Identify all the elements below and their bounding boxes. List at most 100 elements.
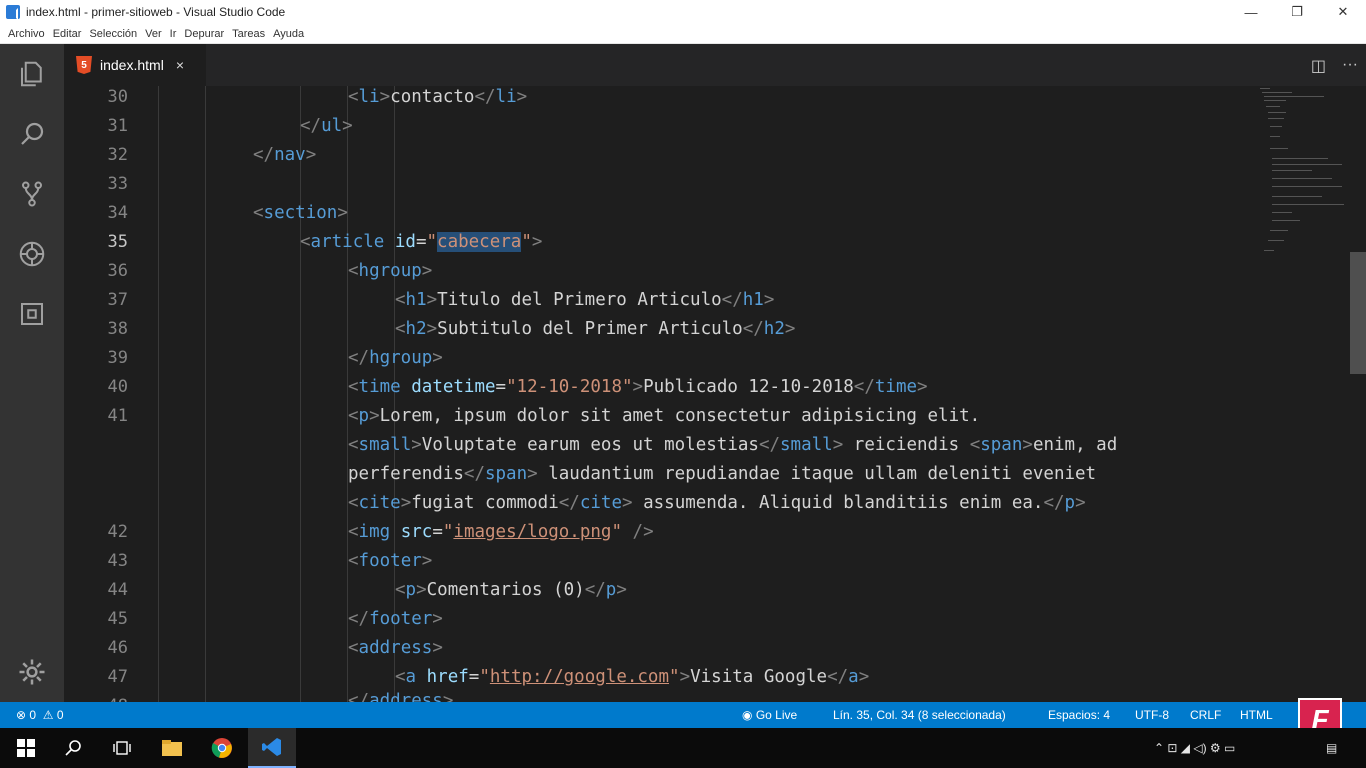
line-number: 38 bbox=[107, 319, 128, 339]
line-number: 43 bbox=[107, 551, 128, 571]
line-number: 40 bbox=[107, 377, 128, 397]
extensions-icon[interactable] bbox=[0, 286, 64, 342]
line-number: 32 bbox=[107, 145, 128, 165]
code-editor[interactable]: 30 31 32 33 34 35 36 37 38 39 40 41 42 4… bbox=[64, 86, 1350, 702]
split-editor-icon[interactable]: ◫ bbox=[1311, 56, 1326, 76]
html5-file-icon: 5 bbox=[76, 56, 92, 74]
menu-seleccion[interactable]: Selección bbox=[89, 28, 137, 40]
system-tray-icons[interactable]: ⌃ ⊡ ◢ ◁) ⚙ ▭ bbox=[1154, 728, 1235, 768]
code-line-45: </footer> bbox=[348, 609, 443, 629]
tab-index-html[interactable]: 5 index.html × bbox=[64, 44, 206, 86]
explorer-icon[interactable] bbox=[0, 46, 64, 102]
code-content[interactable]: <li>contacto</li> </ul> </nav> <section>… bbox=[158, 86, 1258, 702]
vertical-scrollbar[interactable] bbox=[1350, 86, 1366, 702]
code-line-32: </nav> bbox=[253, 145, 317, 165]
windows-taskbar: ⌃ ⊡ ◢ ◁) ⚙ ▭ ▤ bbox=[0, 728, 1366, 768]
code-line-40: <time datetime="12-10-2018">Publicado 12… bbox=[348, 377, 928, 397]
tab-label: index.html bbox=[100, 57, 164, 73]
indent-guide bbox=[205, 86, 206, 702]
problems-indicator[interactable]: ⊗ 0 ⚠ 0 bbox=[16, 702, 64, 728]
line-number: 47 bbox=[107, 667, 128, 687]
chrome-icon[interactable] bbox=[198, 728, 246, 768]
line-number: 31 bbox=[107, 116, 128, 136]
minimize-button[interactable]: — bbox=[1228, 0, 1274, 24]
line-number: 36 bbox=[107, 261, 128, 281]
title-bar: index.html - primer-sitioweb - Visual St… bbox=[0, 0, 1366, 24]
editor-actions: ◫ ··· bbox=[1311, 56, 1358, 76]
task-view-icon[interactable] bbox=[98, 728, 146, 768]
scrollbar-thumb[interactable] bbox=[1350, 252, 1366, 374]
code-line-41-wrap-2: perferendis</span> laudantium repudianda… bbox=[348, 464, 1097, 484]
indentation-setting[interactable]: Espacios: 4 bbox=[1048, 702, 1110, 728]
search-icon[interactable] bbox=[0, 106, 64, 162]
line-number: 46 bbox=[107, 638, 128, 658]
go-live-label: Go Live bbox=[755, 708, 798, 722]
line-number: 34 bbox=[107, 203, 128, 223]
code-line-34: <section> bbox=[253, 203, 348, 223]
debug-icon[interactable] bbox=[0, 226, 64, 282]
menu-ir[interactable]: Ir bbox=[170, 28, 177, 40]
broadcast-icon: ◉ bbox=[742, 708, 756, 722]
menu-ver[interactable]: Ver bbox=[145, 28, 162, 40]
windows-start-icon[interactable] bbox=[2, 728, 50, 768]
code-line-47: <a href="http://google.com">Visita Googl… bbox=[395, 667, 870, 687]
code-line-43: <footer> bbox=[348, 551, 433, 571]
line-number: 44 bbox=[107, 580, 128, 600]
line-number: 48 bbox=[68, 695, 128, 702]
menu-archivo[interactable]: Archivo bbox=[8, 28, 45, 40]
line-number: 33 bbox=[107, 174, 128, 194]
menu-bar: Archivo Editar Selección Ver Ir Depurar … bbox=[0, 24, 1366, 44]
more-actions-icon[interactable]: ··· bbox=[1342, 56, 1358, 76]
menu-depurar[interactable]: Depurar bbox=[184, 28, 224, 40]
menu-editar[interactable]: Editar bbox=[53, 28, 82, 40]
code-line-41-wrap-1: <small>Voluptate earum eos ut molestias<… bbox=[348, 435, 1118, 455]
notifications-icon[interactable]: ▤ bbox=[1326, 728, 1337, 768]
vscode-icon[interactable] bbox=[248, 728, 296, 768]
menu-ayuda[interactable]: Ayuda bbox=[273, 28, 304, 40]
code-line-44: <p>Comentarios (0)</p> bbox=[395, 580, 627, 600]
code-line-46: <address> bbox=[348, 638, 443, 658]
code-line-31: </ul> bbox=[300, 116, 353, 136]
code-line-42: <img src="images/logo.png" /> bbox=[348, 522, 654, 542]
line-number-active: 35 bbox=[107, 232, 128, 252]
close-window-button[interactable]: ✕ bbox=[1320, 0, 1366, 24]
warning-icon: ⚠ bbox=[39, 708, 54, 722]
vscode-app-icon bbox=[6, 5, 20, 20]
line-number-gutter: 30 31 32 33 34 35 36 37 38 39 40 41 42 4… bbox=[64, 86, 146, 702]
line-number: 42 bbox=[107, 522, 128, 542]
line-number: 37 bbox=[107, 290, 128, 310]
line-number: 39 bbox=[107, 348, 128, 368]
indent-guide bbox=[158, 86, 159, 702]
code-line-37: <h1>Titulo del Primero Articulo</h1> bbox=[395, 290, 775, 310]
encoding-setting[interactable]: UTF-8 bbox=[1135, 702, 1169, 728]
minimap[interactable] bbox=[1256, 86, 1350, 256]
code-line-35: <article id="cabecera"> bbox=[300, 232, 543, 252]
code-line-38: <h2>Subtitulo del Primer Articulo</h2> bbox=[395, 319, 796, 339]
status-bar: ⊗ 0 ⚠ 0 ◉ Go Live Lín. 35, Col. 34 (8 se… bbox=[0, 702, 1366, 728]
source-control-icon[interactable] bbox=[0, 166, 64, 222]
eol-setting[interactable]: CRLF bbox=[1190, 702, 1221, 728]
language-mode[interactable]: HTML bbox=[1240, 702, 1273, 728]
editor-tab-bar: 5 index.html × ◫ ··· bbox=[64, 44, 1366, 86]
settings-gear-icon[interactable] bbox=[0, 644, 64, 700]
code-line-36: <hgroup> bbox=[348, 261, 433, 281]
search-icon[interactable] bbox=[50, 728, 98, 768]
activity-bar bbox=[0, 44, 64, 702]
window-title: index.html - primer-sitioweb - Visual St… bbox=[26, 5, 286, 19]
maximize-button[interactable]: ❐ bbox=[1274, 0, 1320, 24]
warning-count: 0 bbox=[56, 708, 64, 722]
code-line-48: </address> bbox=[348, 691, 454, 702]
error-count: 0 bbox=[29, 708, 37, 722]
code-line-41-wrap-3: <cite>fugiat commodi</cite> assumenda. A… bbox=[348, 493, 1086, 513]
line-number: 45 bbox=[107, 609, 128, 629]
line-number: 30 bbox=[107, 87, 128, 107]
menu-tareas[interactable]: Tareas bbox=[232, 28, 265, 40]
tab-close-icon[interactable]: × bbox=[176, 57, 184, 73]
line-number: 41 bbox=[107, 406, 128, 426]
error-icon: ⊗ bbox=[16, 708, 27, 722]
code-line-39: </hgroup> bbox=[348, 348, 443, 368]
go-live-button[interactable]: ◉ Go Live bbox=[742, 702, 797, 728]
indent-guide bbox=[300, 86, 301, 702]
file-explorer-icon[interactable] bbox=[148, 728, 196, 768]
cursor-position[interactable]: Lín. 35, Col. 34 (8 seleccionada) bbox=[833, 702, 1006, 728]
